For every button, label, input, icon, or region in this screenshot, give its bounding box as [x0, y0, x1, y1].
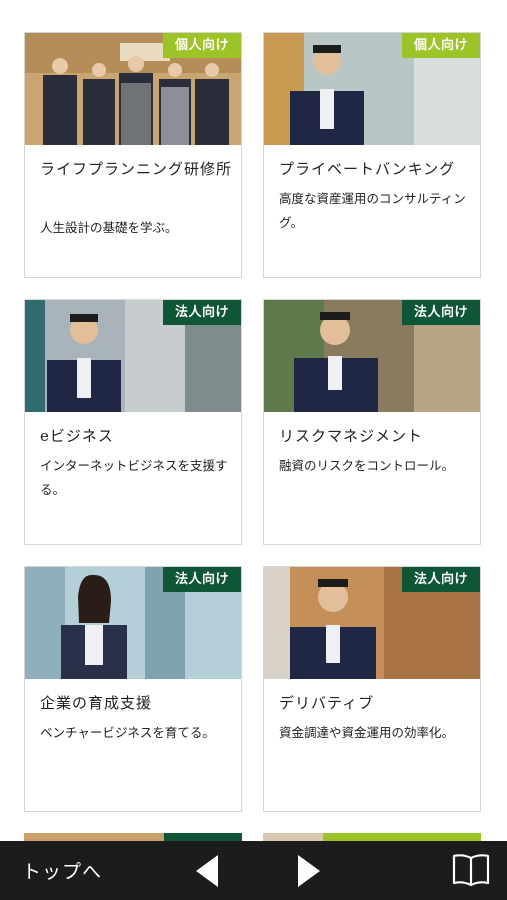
card-derivative[interactable]: 法人向け デリバティブ 資金調達や資金運用の効率化。: [263, 566, 481, 812]
card-title: ライフプランニング研修所: [40, 160, 233, 178]
badge-corporate: 法人向け: [162, 300, 241, 325]
card-description: 人生設計の基礎を学ぶ。: [40, 220, 178, 235]
card-description: 融資のリスクをコントロール。: [279, 458, 455, 473]
open-book-icon: [452, 854, 490, 887]
card-e-business[interactable]: 法人向け eビジネス インターネットビジネスを支援する。: [24, 299, 242, 545]
book-button[interactable]: [451, 852, 491, 888]
card-title: 企業の育成支援: [40, 694, 153, 712]
card-title: デリバティブ: [279, 694, 375, 712]
card-private-banking[interactable]: 個人向け プライベートバンキング 高度な資産運用のコンサルティング。: [263, 32, 481, 278]
badge-personal: 個人向け: [162, 33, 241, 58]
card-title: eビジネス: [40, 427, 114, 445]
prev-button[interactable]: [190, 851, 230, 891]
card-title: プライベートバンキング: [279, 160, 456, 178]
triangle-right-icon: [298, 855, 320, 887]
card-description: インターネットビジネスを支援する。: [40, 458, 228, 497]
triangle-left-icon: [196, 855, 218, 887]
card-grid: 個人向け ライフプランニング研修所 人生設計の基礎を学ぶ。 個人向け プライベー…: [0, 0, 507, 900]
card-business-support[interactable]: 法人向け 企業の育成支援 ベンチャービジネスを育てる。: [24, 566, 242, 812]
card-description: 高度な資産運用のコンサルティング。: [279, 191, 466, 230]
card-risk-management[interactable]: 法人向け リスクマネジメント 融資のリスクをコントロール。: [263, 299, 481, 545]
next-button[interactable]: [288, 851, 328, 891]
badge-corporate: 法人向け: [162, 567, 241, 592]
back-to-top-link[interactable]: トップへ: [22, 857, 102, 884]
badge-corporate: 法人向け: [401, 300, 480, 325]
card-life-planning[interactable]: 個人向け ライフプランニング研修所 人生設計の基礎を学ぶ。: [24, 32, 242, 278]
bottom-toolbar: トップへ: [0, 841, 507, 900]
card-description: ベンチャービジネスを育てる。: [40, 725, 215, 740]
badge-personal: 個人向け: [401, 33, 480, 58]
card-description: 資金調達や資金運用の効率化。: [279, 725, 455, 740]
card-title: リスクマネジメント: [279, 427, 424, 445]
badge-corporate: 法人向け: [401, 567, 480, 592]
